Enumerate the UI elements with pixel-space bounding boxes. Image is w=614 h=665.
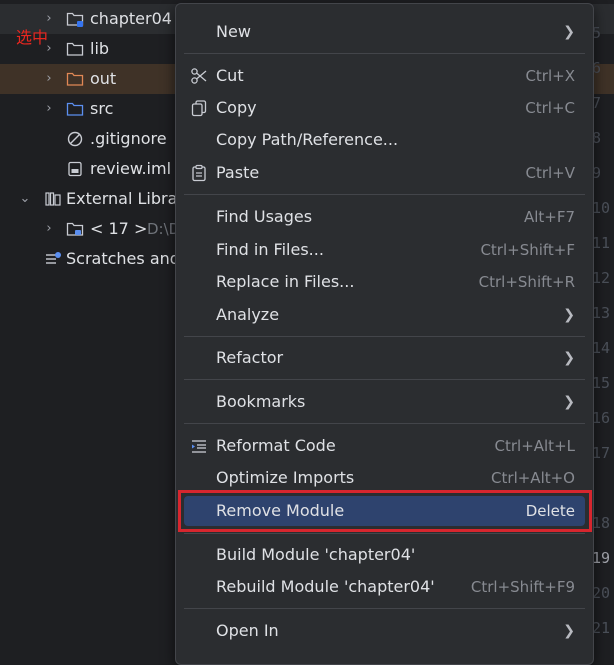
menu-shortcut: Ctrl+V <box>525 164 575 182</box>
menu-shortcut: Alt+F7 <box>523 208 575 226</box>
menu-label: Bookmarks <box>216 392 306 411</box>
chevron-right-icon[interactable]: › <box>42 64 56 94</box>
menu-shortcut: Ctrl+Alt+O <box>491 469 575 487</box>
menu-label: Paste <box>216 163 260 182</box>
tree-label: src <box>90 99 114 118</box>
menu-item-paste[interactable]: Paste Ctrl+V <box>184 158 585 188</box>
paste-icon <box>192 164 206 182</box>
chevron-right-icon: ❯ <box>563 623 575 639</box>
menu-label: Reformat Code <box>216 436 336 455</box>
menu-item-replace-in-files[interactable]: Replace in Files... Ctrl+Shift+R <box>184 267 585 297</box>
menu-label: Find in Files... <box>216 240 324 259</box>
highlight-annotation-box <box>178 490 592 532</box>
menu-item-analyze[interactable]: Analyze ❯ <box>184 300 585 330</box>
line-number: 9 <box>592 164 602 182</box>
module-folder-icon <box>66 12 84 27</box>
line-number: 7 <box>592 94 602 112</box>
tree-label: review.iml <box>90 159 172 178</box>
menu-label: Optimize Imports <box>216 468 355 487</box>
line-number: 15 <box>592 374 611 392</box>
ignore-file-icon <box>67 131 83 147</box>
chevron-right-icon: ❯ <box>563 24 575 40</box>
line-number: 21 <box>592 619 611 637</box>
menu-label: Analyze <box>216 305 280 324</box>
tree-label: lib <box>90 39 110 58</box>
context-menu: New ❯ Cut Ctrl+X Copy Ctrl+C Copy Path/R… <box>175 3 594 665</box>
menu-shortcut: Ctrl+X <box>525 67 575 85</box>
menu-item-new[interactable]: New ❯ <box>184 17 585 47</box>
menu-separator <box>184 533 585 534</box>
menu-label: Replace in Files... <box>216 272 355 291</box>
chevron-right-icon[interactable]: › <box>42 214 56 244</box>
menu-item-find-usages[interactable]: Find Usages Alt+F7 <box>184 202 585 232</box>
chevron-right-icon: ❯ <box>563 394 575 410</box>
tree-label: .gitignore <box>90 129 167 148</box>
line-number: 17 <box>592 444 611 462</box>
menu-label: Copy <box>216 98 257 117</box>
menu-label: Rebuild Module 'chapter04' <box>216 577 435 596</box>
line-number: 12 <box>592 269 611 287</box>
menu-item-copy-path[interactable]: Copy Path/Reference... <box>184 125 585 155</box>
tree-label: < 17 > <box>90 219 148 238</box>
menu-shortcut: Ctrl+Shift+F9 <box>470 578 575 596</box>
menu-separator <box>184 53 585 54</box>
line-number: 8 <box>592 129 602 147</box>
line-number: 19 <box>592 549 611 567</box>
menu-item-cut[interactable]: Cut Ctrl+X <box>184 61 585 91</box>
menu-label: New <box>216 22 251 41</box>
tree-label: out <box>90 69 117 88</box>
menu-separator <box>184 379 585 380</box>
libraries-icon <box>45 192 61 206</box>
chevron-right-icon[interactable]: › <box>42 94 56 124</box>
menu-item-copy[interactable]: Copy Ctrl+C <box>184 93 585 123</box>
iml-file-icon <box>68 161 82 177</box>
scissors-icon <box>191 68 207 84</box>
chevron-right-icon: ❯ <box>563 350 575 366</box>
line-number: 11 <box>592 234 611 252</box>
menu-item-bookmarks[interactable]: Bookmarks ❯ <box>184 387 585 417</box>
jdk-folder-icon <box>66 222 84 236</box>
tree-label: chapter04 <box>90 9 172 28</box>
menu-label: Cut <box>216 66 244 85</box>
menu-label: Build Module 'chapter04' <box>216 545 416 564</box>
chevron-right-icon: ❯ <box>563 307 575 323</box>
line-number: 18 <box>592 514 611 532</box>
line-number: 5 <box>592 24 602 42</box>
menu-item-build-module[interactable]: Build Module 'chapter04' <box>184 540 585 570</box>
menu-shortcut: Ctrl+Shift+F <box>480 241 575 259</box>
menu-item-reformat-code[interactable]: Reformat Code Ctrl+Alt+L <box>184 431 585 461</box>
copy-icon <box>191 100 207 117</box>
menu-item-find-in-files[interactable]: Find in Files... Ctrl+Shift+F <box>184 235 585 265</box>
line-number: 6 <box>592 59 602 77</box>
line-number: 20 <box>592 584 611 602</box>
menu-label: Open In <box>216 621 279 640</box>
menu-item-rebuild-module[interactable]: Rebuild Module 'chapter04' Ctrl+Shift+F9 <box>184 572 585 602</box>
folder-icon <box>66 42 84 56</box>
line-number: 10 <box>592 199 611 217</box>
menu-label: Find Usages <box>216 207 313 226</box>
menu-label: Refactor <box>216 348 284 367</box>
menu-item-open-in[interactable]: Open In ❯ <box>184 616 585 646</box>
line-number: 14 <box>592 339 611 357</box>
menu-item-optimize-imports[interactable]: Optimize Imports Ctrl+Alt+O <box>184 463 585 493</box>
menu-separator <box>184 336 585 337</box>
menu-separator <box>184 423 585 424</box>
menu-separator <box>184 194 585 195</box>
menu-item-refactor[interactable]: Refactor ❯ <box>184 343 585 373</box>
reformat-icon <box>192 440 206 453</box>
annotation-label: 选中 <box>16 28 49 47</box>
scratches-icon <box>46 252 61 264</box>
menu-shortcut: Ctrl+C <box>525 99 575 117</box>
line-number: 13 <box>592 304 611 322</box>
menu-shortcut: Ctrl+Shift+R <box>478 273 575 291</box>
excluded-folder-icon <box>66 72 84 86</box>
menu-label: Copy Path/Reference... <box>216 130 399 149</box>
line-number-gutter: 5 6 7 8 9 10 11 12 13 14 15 16 17 18 19 … <box>592 0 614 655</box>
menu-separator <box>184 608 585 609</box>
source-folder-icon <box>66 102 84 116</box>
menu-shortcut: Ctrl+Alt+L <box>494 437 576 455</box>
chevron-down-icon[interactable]: ⌄ <box>18 184 32 214</box>
line-number: 16 <box>592 409 611 427</box>
